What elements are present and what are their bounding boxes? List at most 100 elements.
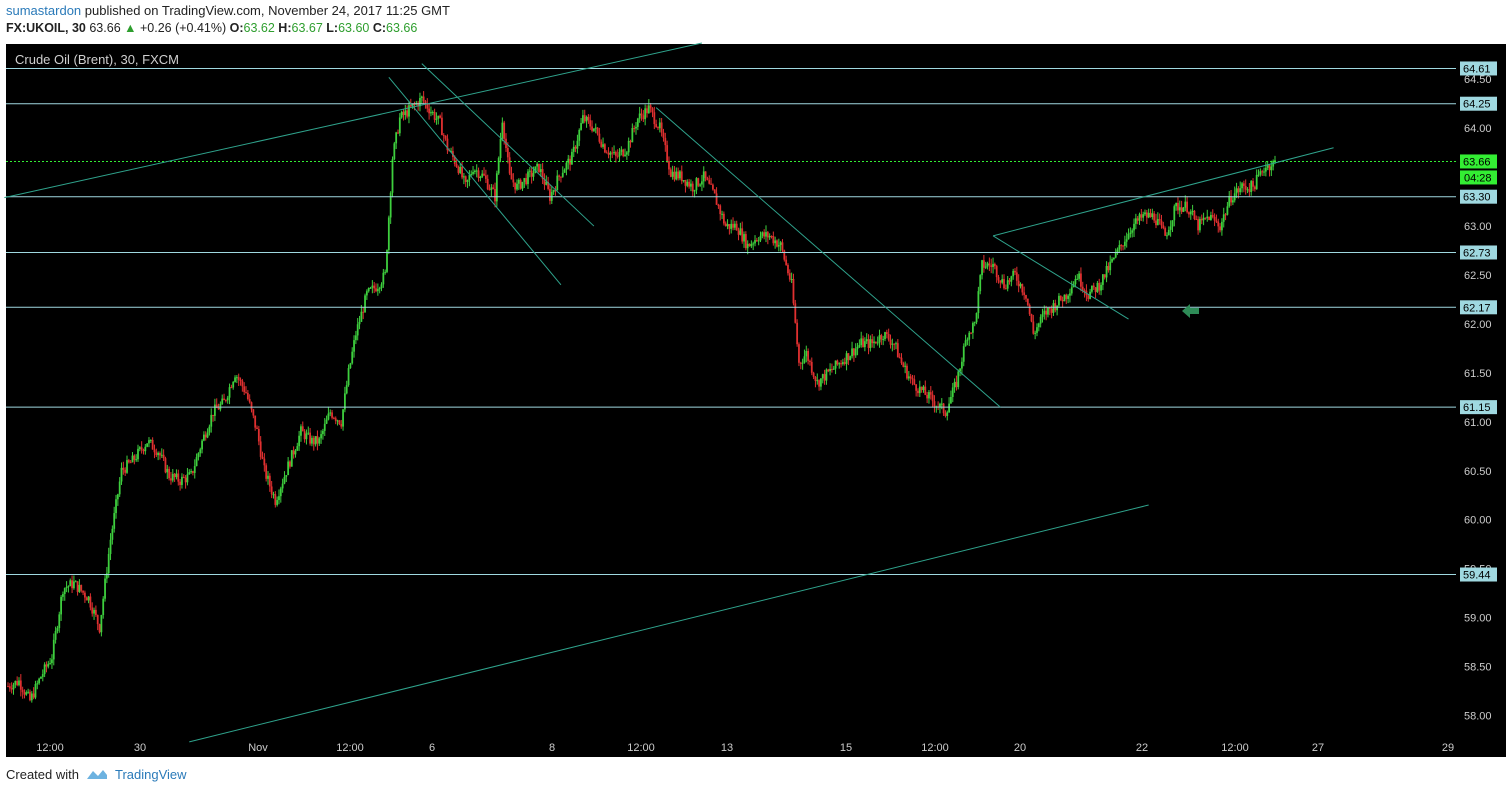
candle-body: [63, 588, 66, 595]
candle-body: [1211, 214, 1214, 217]
candle-body: [470, 173, 473, 176]
candle-body: [1101, 274, 1104, 285]
candle-body: [768, 235, 771, 238]
candle-body: [490, 187, 493, 190]
candle-body: [1268, 165, 1271, 171]
candle-body: [1052, 303, 1055, 313]
candle-body: [60, 596, 62, 615]
price-tick-label: 62.00: [1464, 319, 1492, 331]
candle-body: [847, 353, 850, 361]
plot-area[interactable]: [6, 44, 1456, 737]
candle-body: [14, 680, 17, 685]
candle-body: [896, 343, 899, 358]
last-price-tag-label: 63.66: [1463, 156, 1491, 168]
candle-body: [292, 450, 295, 455]
candle-body: [287, 461, 290, 476]
candle-body: [259, 441, 262, 457]
footer: Created with TradingView: [6, 767, 187, 782]
candle-body: [54, 630, 57, 640]
candle-body: [920, 386, 923, 391]
candle-body: [356, 324, 359, 336]
candle-body: [173, 473, 176, 478]
candle-body: [926, 394, 929, 399]
candle-body: [893, 343, 896, 345]
candle-body: [131, 455, 134, 463]
candle-body: [774, 240, 777, 244]
candle-body: [40, 676, 42, 679]
candle-body: [1134, 218, 1137, 224]
candle-body: [146, 443, 149, 447]
candle-body: [115, 499, 117, 514]
candle-body: [1217, 221, 1220, 227]
candle-body: [261, 456, 264, 459]
candle-body: [144, 446, 147, 452]
candle-body: [545, 181, 548, 185]
candle-body: [1221, 221, 1223, 231]
candle-body: [36, 683, 39, 685]
candle-body: [80, 584, 83, 591]
candle-body: [993, 263, 996, 267]
author-link[interactable]: sumastardon: [6, 3, 81, 18]
level-tag-label: 59.44: [1463, 570, 1491, 582]
candle-body: [1213, 216, 1216, 221]
candle-body: [975, 313, 978, 323]
candle-body: [463, 176, 465, 178]
tradingview-brand[interactable]: TradingView: [115, 767, 187, 782]
candle-body: [369, 287, 372, 289]
candle-body: [552, 190, 555, 193]
candle-body: [1253, 186, 1256, 190]
candle-body: [1100, 284, 1102, 291]
candle-body: [1264, 167, 1267, 172]
time-axis[interactable]: [6, 737, 1506, 757]
candle-body: [312, 437, 315, 445]
candle-body: [627, 140, 630, 153]
candle-body: [223, 398, 225, 401]
candle-body: [246, 392, 249, 400]
candle-body: [135, 459, 138, 461]
candle-body: [787, 264, 789, 274]
candle-body: [307, 432, 310, 434]
candle-body: [1133, 223, 1135, 231]
candle-body: [1202, 217, 1205, 221]
candle-body: [318, 438, 321, 444]
price-axis[interactable]: [1456, 44, 1506, 737]
candle-body: [1210, 214, 1212, 221]
candle-body: [521, 181, 524, 189]
candle-body: [587, 116, 590, 121]
candle-body: [695, 178, 698, 191]
low-value: 63.60: [338, 21, 370, 35]
candle-body: [796, 322, 799, 345]
candle-body: [126, 460, 128, 473]
candle-body: [1030, 314, 1033, 322]
candle-body: [473, 170, 476, 173]
candle-body: [481, 173, 484, 177]
candle-body: [629, 140, 632, 143]
candle-body: [499, 138, 502, 159]
candle-body: [860, 338, 863, 346]
candle-body: [1063, 294, 1066, 302]
candle-body: [603, 144, 606, 153]
candle-body: [409, 105, 412, 107]
candle-body: [763, 232, 766, 237]
candle-body: [252, 409, 255, 416]
candle-body: [267, 475, 269, 479]
candle-body: [636, 118, 639, 127]
candle-body: [1023, 292, 1026, 296]
candle-body: [997, 277, 1000, 281]
candle-body: [65, 587, 68, 589]
candle-body: [336, 420, 339, 422]
candle-body: [1155, 220, 1157, 226]
candle-body: [915, 384, 918, 391]
candle-body: [228, 387, 231, 398]
price-chart[interactable]: 64.5064.0063.5063.0062.5062.0061.5061.00…: [0, 41, 1510, 759]
candle-body: [127, 460, 130, 463]
candle-body: [340, 423, 343, 427]
candle-body: [475, 170, 478, 172]
candle-body: [1239, 188, 1242, 193]
candle-body: [971, 323, 974, 333]
candle-body: [607, 153, 610, 155]
candle-body: [701, 181, 703, 185]
candle-body: [821, 374, 824, 379]
candle-body: [235, 377, 238, 379]
time-tick-label: 15: [840, 742, 852, 754]
